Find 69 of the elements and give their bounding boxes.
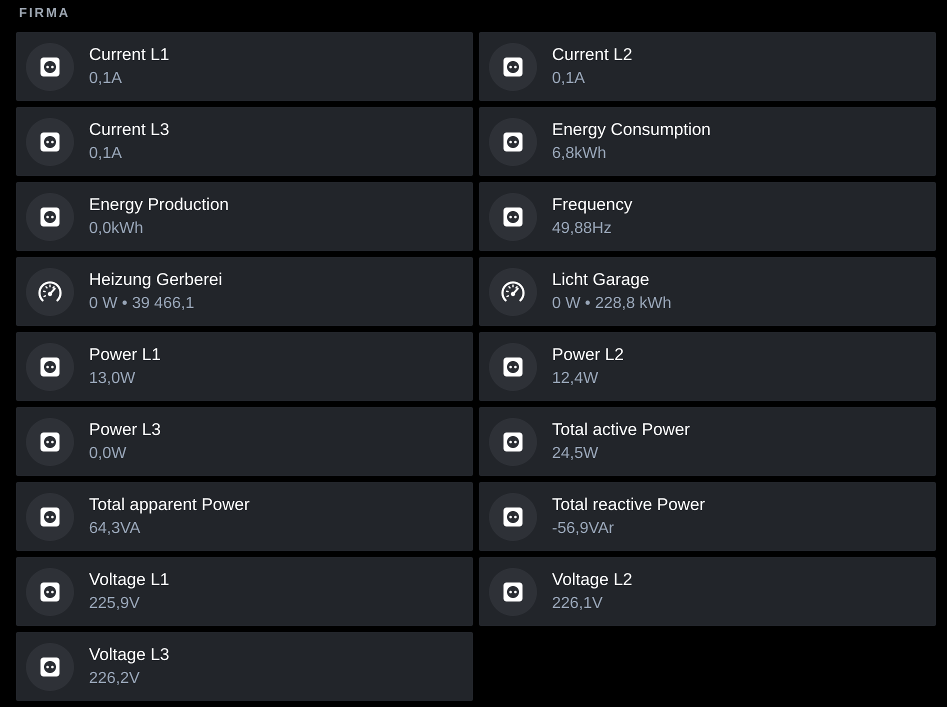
sensor-card[interactable]: Power L3 0,0W — [16, 407, 473, 476]
sensor-card[interactable]: Power L1 13,0W — [16, 332, 473, 401]
sensor-value: 0 W • 39 466,1 — [89, 294, 196, 314]
sensor-value: 49,88Hz — [552, 219, 613, 239]
sensor-value: 12,4W — [552, 369, 600, 389]
power-socket-icon — [26, 118, 74, 166]
power-socket-icon — [26, 492, 74, 540]
power-socket-icon — [489, 418, 537, 466]
sensor-name: Total reactive Power — [552, 494, 706, 516]
gauge-icon — [489, 268, 537, 316]
sensor-card[interactable]: Power L2 12,4W — [479, 332, 936, 401]
power-socket-icon — [26, 342, 74, 390]
sensor-name: Current L1 — [89, 44, 170, 66]
power-socket-icon — [26, 568, 74, 616]
sensor-value: 0 W • 228,8 kWh — [552, 294, 672, 314]
sensor-name: Voltage L3 — [89, 644, 170, 666]
sensor-card[interactable]: Voltage L3 226,2V — [16, 632, 473, 701]
sensor-card[interactable]: Total apparent Power 64,3VA — [16, 482, 473, 551]
sensor-card[interactable]: Total active Power 24,5W — [479, 407, 936, 476]
sensor-name: Total active Power — [552, 419, 690, 441]
sensor-card[interactable]: Energy Production 0,0kWh — [16, 182, 473, 251]
power-socket-icon — [26, 418, 74, 466]
section-title: FIRMA — [19, 4, 70, 22]
sensor-name: Current L3 — [89, 119, 170, 141]
sensor-name: Voltage L2 — [552, 569, 632, 591]
sensor-name: Total apparent Power — [89, 494, 250, 516]
gauge-icon — [26, 268, 74, 316]
sensor-card[interactable]: Heizung Gerberei 0 W • 39 466,1 — [16, 257, 473, 326]
power-socket-icon — [489, 492, 537, 540]
sensor-name: Licht Garage — [552, 269, 650, 291]
sensor-value: 0,1A — [552, 69, 586, 89]
sensor-value: 0,1A — [89, 69, 123, 89]
power-socket-icon — [489, 42, 537, 90]
sensor-value: 13,0W — [89, 369, 136, 389]
sensor-name: Power L1 — [89, 344, 161, 366]
sensor-value: 226,1V — [552, 594, 604, 614]
sensor-card[interactable]: Voltage L2 226,1V — [479, 557, 936, 626]
sensor-name: Energy Production — [89, 194, 229, 216]
sensor-name: Current L2 — [552, 44, 632, 66]
sensor-card[interactable]: Total reactive Power -56,9VAr — [479, 482, 936, 551]
sensor-card[interactable]: Current L3 0,1A — [16, 107, 473, 176]
sensor-name: Frequency — [552, 194, 632, 216]
sensor-value: -56,9VAr — [552, 519, 615, 539]
power-socket-icon — [489, 192, 537, 240]
sensor-card[interactable]: Voltage L1 225,9V — [16, 557, 473, 626]
sensor-value: 0,1A — [89, 144, 123, 164]
sensor-value: 226,2V — [89, 669, 141, 689]
sensor-card[interactable]: Frequency 49,88Hz — [479, 182, 936, 251]
sensor-card[interactable]: Current L2 0,1A — [479, 32, 936, 101]
sensor-value: 6,8kWh — [552, 144, 608, 164]
sensor-value: 225,9V — [89, 594, 141, 614]
power-socket-icon — [489, 118, 537, 166]
sensor-value: 0,0W — [89, 444, 128, 464]
power-socket-icon — [26, 42, 74, 90]
power-socket-icon — [26, 192, 74, 240]
power-socket-icon — [489, 568, 537, 616]
power-socket-icon — [26, 642, 74, 690]
sensor-name: Power L2 — [552, 344, 624, 366]
sensor-name: Power L3 — [89, 419, 161, 441]
sensor-name: Voltage L1 — [89, 569, 170, 591]
power-socket-icon — [489, 342, 537, 390]
sensor-name: Heizung Gerberei — [89, 269, 222, 291]
sensor-card[interactable]: Energy Consumption 6,8kWh — [479, 107, 936, 176]
sensor-card[interactable]: Current L1 0,1A — [16, 32, 473, 101]
sensor-name: Energy Consumption — [552, 119, 711, 141]
sensor-value: 64,3VA — [89, 519, 142, 539]
sensor-card[interactable]: Licht Garage 0 W • 228,8 kWh — [479, 257, 936, 326]
sensor-value: 0,0kWh — [89, 219, 144, 239]
sensor-value: 24,5W — [552, 444, 600, 464]
